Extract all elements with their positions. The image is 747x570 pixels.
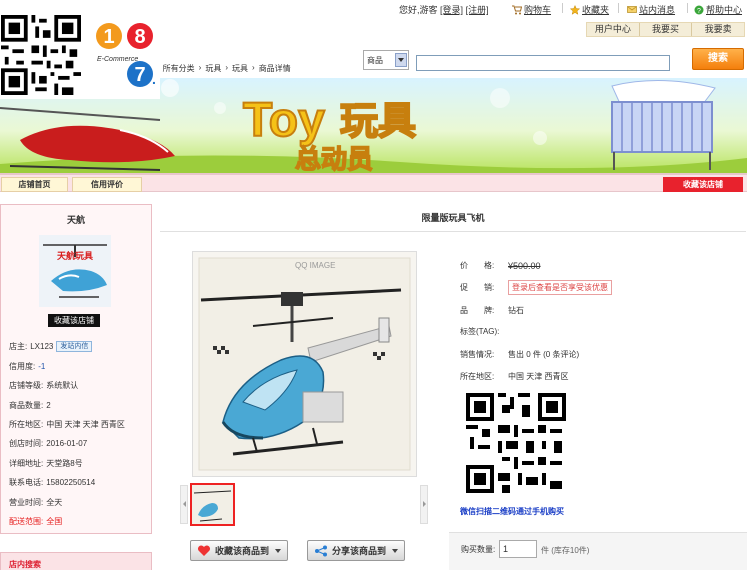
separator <box>687 3 688 13</box>
breadcrumb-current: 商品详情 <box>258 64 291 73</box>
shop-search-label: 店内搜索 <box>9 560 41 569</box>
product-title: 限量版玩具飞机 <box>160 204 746 232</box>
shop-search-header: 店内搜索 <box>0 552 152 570</box>
shop-hours: 营业时间: 全天 <box>9 498 63 507</box>
price-row: 价 格: ¥500.00 <box>460 260 541 271</box>
breadcrumb-toys[interactable]: 玩具 <box>205 63 221 74</box>
shop-thumbnail[interactable]: 天航玩具 <box>39 235 111 307</box>
svg-text:1: 1 <box>103 26 114 48</box>
help-link[interactable]: ? 帮助中心 <box>694 3 742 16</box>
help-link-label: 帮助中心 <box>706 5 743 15</box>
brand-row: 品 牌: 钻石 <box>460 306 524 315</box>
heart-icon <box>197 544 211 556</box>
svg-text:.: . <box>152 71 156 87</box>
separator <box>618 3 619 13</box>
region-row: 所在地区: 中国 天津 西青区 <box>460 372 569 381</box>
promo-row: 促 销: 登录后查看是否享受该优惠 <box>460 280 612 295</box>
register-link[interactable]: [注册] <box>466 5 489 15</box>
search-category-select[interactable]: 商品 <box>363 50 409 70</box>
svg-text:QQ IMAGE: QQ IMAGE <box>295 261 335 270</box>
svg-text:天航玩具: 天航玩具 <box>57 250 93 262</box>
message-icon <box>627 5 637 13</box>
shop-created: 创店时间: 2016-01-07 <box>9 439 88 448</box>
owner-name: LX123 <box>30 342 54 351</box>
shop-delivery: 配送范围: 全国 <box>9 517 63 526</box>
qr-code-icon <box>466 393 566 493</box>
cart-icon <box>512 5 522 14</box>
product-sales: 售出 0 件 (0 条评论) <box>508 350 580 359</box>
tag-row: 标签(TAG): <box>460 327 500 336</box>
svg-text:Toy: Toy <box>243 94 325 147</box>
search-category-value: 商品 <box>367 56 383 65</box>
shop-level: 店铺等级: 系统默认 <box>9 381 79 390</box>
svg-text:7: 7 <box>134 64 145 86</box>
tab-credit-review[interactable]: 信用评价 <box>72 177 142 192</box>
shop-name: 天航 <box>66 215 85 225</box>
product-thumbnail[interactable] <box>190 483 235 526</box>
breadcrumb-toys-sub[interactable]: 玩具 <box>232 63 248 74</box>
scan-instruction: 微信扫描二维码通过手机购买 <box>460 507 564 516</box>
search-input[interactable] <box>416 55 670 71</box>
favorite-shop-button-small[interactable]: 收藏该店铺 <box>48 314 100 327</box>
separator <box>562 3 563 13</box>
share-icon <box>315 545 327 556</box>
product-main-image[interactable]: QQ IMAGE <box>192 251 417 477</box>
messages-link[interactable]: 站内消息 <box>627 3 675 16</box>
thumbnail-prev-button[interactable] <box>180 485 188 524</box>
messages-link-label: 站内消息 <box>639 5 676 15</box>
product-region: 中国 天津 西青区 <box>508 372 569 381</box>
greeting: 您好,游客 [登录] [注册] <box>399 3 489 16</box>
promo-login-link[interactable]: 登录后查看是否享受该优惠 <box>508 280 612 295</box>
tab-shop-home[interactable]: 店铺首页 <box>1 177 68 192</box>
shop-credit: 信用度: -1 <box>9 362 46 371</box>
search-button[interactable]: 搜索 <box>692 48 744 70</box>
product-price: ¥500.00 <box>508 260 541 271</box>
greeting-text: 您好,游客 <box>399 5 438 15</box>
shop-phone: 联系电话: 15802250514 <box>9 478 96 487</box>
chevron-down-icon <box>392 548 399 553</box>
site-logo-block: 1 8 E-Commerce 7 . <box>0 14 160 99</box>
shop-region: 所在地区: 中国 天津 天津 西青区 <box>9 420 125 429</box>
cart-link[interactable]: 购物车 <box>512 3 551 16</box>
svg-text:E-Commerce: E-Commerce <box>97 56 138 63</box>
stock-info: 件 (库存10件) <box>541 546 590 555</box>
shop-item-count: 商品数量: 2 <box>9 401 51 410</box>
thumbnail-image <box>192 485 233 524</box>
shop-owner: 店主: LX123 发站内信 <box>9 341 93 352</box>
product-brand: 钻石 <box>508 306 524 315</box>
svg-text:总动员: 总动员 <box>295 145 373 174</box>
crib-illustration <box>611 79 716 170</box>
buy-box: 购买数量: 1 件 (库存10件) <box>449 532 747 570</box>
quantity-input[interactable]: 1 <box>499 540 537 558</box>
qr-code-icon <box>1 15 81 95</box>
share-product-button[interactable]: 分享该商品到 <box>307 540 406 561</box>
help-icon: ? <box>694 5 704 15</box>
star-icon <box>570 4 580 15</box>
sales-row: 销售情况: 售出 0 件 (0 条评论) <box>460 350 580 359</box>
breadcrumb-all[interactable]: 所有分类 <box>163 63 195 74</box>
shop-address: 详细地址: 天堂路8号 <box>9 459 83 468</box>
send-message-button[interactable]: 发站内信 <box>56 341 93 352</box>
svg-text:玩具: 玩具 <box>340 99 416 143</box>
cart-link-label: 购物车 <box>524 5 552 15</box>
thumbnail-next-button[interactable] <box>420 485 428 524</box>
site-logo: 1 8 E-Commerce 7 . <box>96 23 156 87</box>
shop-info-panel: 天航 天航玩具 收藏该店铺 店主: LX123 发站内信 信用度: -1 店铺等… <box>0 204 152 534</box>
chevron-down-icon <box>275 548 282 553</box>
favorite-shop-button[interactable]: 收藏该店铺 <box>663 177 743 192</box>
login-link[interactable]: [登录] <box>440 5 463 15</box>
chevron-down-icon <box>395 53 407 67</box>
shop-nav: 店铺首页 信用评价 收藏该店铺 <box>0 173 747 192</box>
buy-link[interactable]: 我要买 <box>640 23 693 36</box>
svg-text:8: 8 <box>134 26 145 48</box>
favorites-link-label: 收藏夹 <box>582 5 610 15</box>
user-menu: 用户中心 我要买 我要卖 <box>586 22 745 37</box>
helicopter-photo: QQ IMAGE <box>193 252 416 476</box>
collect-product-button[interactable]: 收藏该商品到 <box>190 540 289 561</box>
favorites-link[interactable]: 收藏夹 <box>570 3 609 16</box>
sell-link[interactable]: 我要卖 <box>692 23 744 36</box>
user-center-link[interactable]: 用户中心 <box>587 23 640 36</box>
svg-text:?: ? <box>697 8 701 15</box>
